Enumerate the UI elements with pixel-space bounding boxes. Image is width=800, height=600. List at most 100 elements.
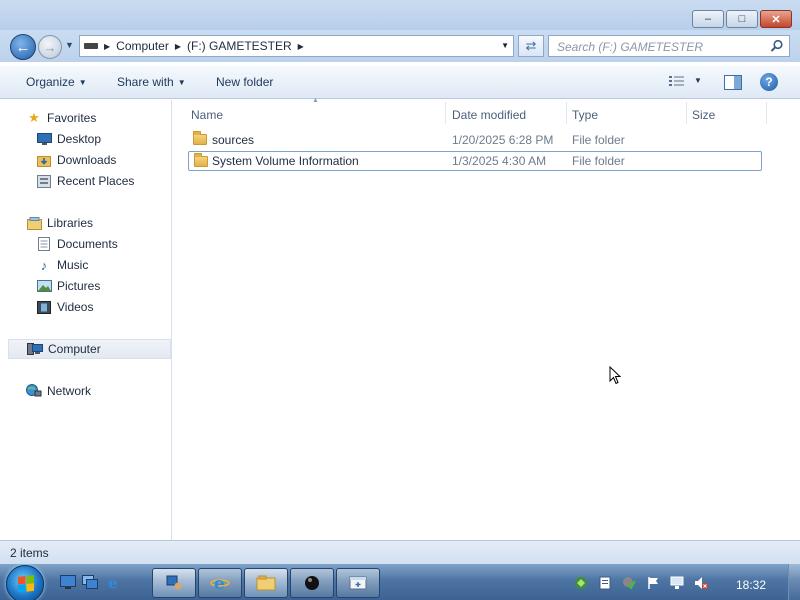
window-controls: – □ ✕ — [692, 10, 792, 28]
help-icon[interactable]: ? — [760, 73, 778, 91]
breadcrumb-separator-icon[interactable]: ▶ — [104, 42, 110, 51]
file-type: File folder — [572, 154, 625, 168]
show-desktop-button[interactable] — [788, 564, 800, 600]
arrow-left-icon: ← — [15, 38, 31, 56]
recent-pages-button[interactable]: ▼ — [65, 40, 75, 52]
taskbar-explorer-user[interactable] — [152, 568, 196, 598]
nav-recent-places[interactable]: Recent Places — [36, 171, 166, 191]
file-date: 1/20/2025 6:28 PM — [452, 133, 554, 147]
switch-windows-icon[interactable] — [82, 575, 98, 589]
back-button[interactable]: ← — [10, 34, 36, 60]
downloads-folder-icon — [36, 153, 52, 167]
column-header-type[interactable]: Type — [572, 104, 598, 126]
maximize-button[interactable]: □ — [726, 10, 758, 28]
film-strip-icon — [36, 300, 52, 314]
minimize-button[interactable]: – — [692, 10, 724, 28]
window-app-icon — [349, 576, 367, 590]
share-with-menu[interactable]: Share with ▼ — [117, 75, 186, 89]
file-name: sources — [212, 133, 255, 147]
new-folder-button[interactable]: New folder — [216, 75, 273, 89]
column-divider[interactable] — [445, 102, 446, 124]
action-center-flag-icon[interactable] — [646, 576, 660, 590]
search-input[interactable]: Search (F:) GAMETESTER — [557, 40, 703, 54]
file-row[interactable]: sources 1/20/2025 6:28 PM File folder — [188, 130, 762, 150]
search-box[interactable]: Search (F:) GAMETESTER — [548, 35, 790, 57]
column-header-size[interactable]: Size — [692, 104, 715, 126]
internet-explorer-icon[interactable]: e — [106, 575, 122, 589]
item-count: 2 items — [10, 546, 49, 560]
document-tray-icon[interactable] — [598, 576, 612, 590]
sort-ascending-icon: ▲ — [312, 97, 319, 104]
desktop-icon — [36, 132, 52, 146]
music-note-icon: ♪ — [40, 257, 48, 273]
nav-network-label: Network — [47, 384, 92, 398]
nav-recent-places-label: Recent Places — [57, 174, 135, 188]
nav-music[interactable]: ♪ Music — [36, 255, 166, 275]
navigation-pane: ★ Favorites Desktop Downloads Recent Plac… — [8, 100, 172, 540]
column-divider[interactable] — [686, 102, 687, 124]
share-with-label: Share with — [117, 75, 174, 89]
view-options-dropdown-icon[interactable]: ▼ — [694, 76, 702, 85]
pictures-icon — [36, 279, 52, 293]
breadcrumb-drive[interactable]: (F:) GAMETESTER — [187, 39, 292, 53]
nav-music-label: Music — [57, 258, 89, 272]
taskbar-windows-explorer[interactable] — [244, 568, 288, 598]
address-bar[interactable]: ▶ Computer ▶ (F:) GAMETESTER ▶ ▼ — [79, 35, 514, 57]
file-date: 1/3/2025 4:30 AM — [452, 154, 547, 168]
system-clock[interactable]: 18:32 — [736, 578, 766, 592]
chevron-down-icon: ▼ — [177, 78, 186, 87]
address-history-dropdown-icon[interactable]: ▼ — [501, 41, 509, 50]
taskbar-media-app[interactable] — [290, 568, 334, 598]
folder-icon — [194, 153, 208, 167]
taskbar-installer[interactable] — [336, 568, 380, 598]
maximize-icon: □ — [738, 13, 746, 25]
nav-libraries-label: Libraries — [47, 216, 94, 230]
computer-icon — [27, 342, 43, 356]
nav-computer[interactable]: Computer — [8, 339, 171, 359]
change-view-icon[interactable] — [668, 75, 686, 89]
file-row-selected[interactable]: System Volume Information 1/3/2025 4:30 … — [188, 151, 762, 171]
nav-downloads[interactable]: Downloads — [36, 150, 166, 170]
recent-places-icon — [36, 174, 52, 188]
organize-menu[interactable]: Organize ▼ — [26, 75, 87, 89]
breadcrumb-separator-icon[interactable]: ▶ — [175, 42, 181, 51]
status-bar: 2 items — [0, 540, 800, 564]
nav-pictures[interactable]: Pictures — [36, 276, 166, 296]
chevron-down-icon: ▼ — [65, 40, 74, 50]
nav-pictures-label: Pictures — [57, 279, 101, 293]
show-desktop-quicklaunch-icon[interactable] — [60, 575, 76, 589]
svg-text:e: e — [108, 575, 118, 589]
internet-explorer-icon: e — [210, 574, 230, 592]
start-button[interactable] — [6, 565, 44, 600]
svg-text:e: e — [214, 574, 225, 592]
column-divider[interactable] — [766, 102, 767, 124]
nav-desktop[interactable]: Desktop — [36, 129, 166, 149]
file-type: File folder — [572, 133, 625, 147]
nav-favorites[interactable]: ★ Favorites — [26, 108, 166, 128]
nav-libraries[interactable]: Libraries — [26, 213, 166, 233]
breadcrumb-separator-icon[interactable]: ▶ — [298, 42, 304, 51]
column-header-name[interactable]: Name — [191, 104, 223, 126]
nav-videos[interactable]: Videos — [36, 297, 166, 317]
forward-button[interactable]: → — [38, 35, 62, 59]
search-icon[interactable] — [770, 39, 784, 53]
volume-muted-icon[interactable] — [694, 576, 708, 590]
star-icon: ★ — [28, 110, 40, 125]
taskbar-internet-explorer[interactable]: e — [198, 568, 242, 598]
network-connection-icon[interactable] — [670, 576, 684, 590]
refresh-button[interactable]: ⇄ — [518, 35, 544, 57]
nav-favorites-label: Favorites — [47, 111, 97, 125]
nav-documents[interactable]: Documents — [36, 234, 166, 254]
nav-network[interactable]: Network — [26, 381, 166, 401]
nav-computer-label: Computer — [48, 342, 101, 356]
breadcrumb-computer[interactable]: Computer — [116, 39, 169, 53]
title-bar: – □ ✕ — [0, 0, 800, 34]
network-tray-icon[interactable] — [574, 576, 588, 590]
close-button[interactable]: ✕ — [760, 10, 792, 28]
security-tray-icon[interactable] — [622, 576, 636, 590]
preview-pane-icon[interactable] — [724, 75, 742, 90]
nav-downloads-label: Downloads — [57, 153, 117, 167]
column-divider[interactable] — [566, 102, 567, 124]
refresh-icon: ⇄ — [525, 38, 537, 53]
column-header-date-modified[interactable]: Date modified — [452, 104, 526, 126]
